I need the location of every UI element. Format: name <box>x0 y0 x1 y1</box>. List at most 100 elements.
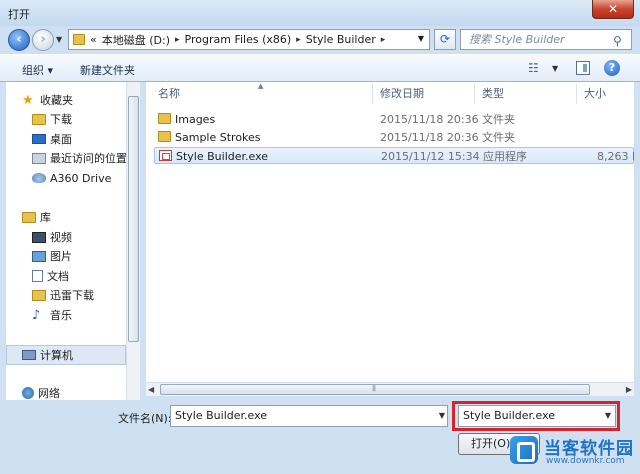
file-modified: 2015/11/12 15:34 <box>381 150 480 163</box>
file-modified: 2015/11/18 20:36 <box>380 131 479 144</box>
column-header-type[interactable]: 类型 <box>482 82 504 106</box>
new-folder-button[interactable]: 新建文件夹 <box>80 62 135 78</box>
pictures-icon <box>32 250 46 262</box>
view-dropdown-icon[interactable]: ▼ <box>552 64 558 73</box>
sidebar-item-music[interactable]: ♪ 音乐 <box>32 306 72 324</box>
chevron-right-icon[interactable]: ▸ <box>381 35 386 45</box>
table-row-selected[interactable]: Style Builder.exe 2015/11/12 15:34 应用程序 … <box>154 147 634 164</box>
scrollbar-thumb[interactable] <box>128 96 139 342</box>
sidebar-item-label: A360 Drive <box>50 171 112 185</box>
file-name: Style Builder.exe <box>176 150 269 163</box>
chevron-right-icon[interactable]: ▸ <box>175 35 180 45</box>
music-icon: ♪ <box>32 307 41 323</box>
sidebar-item-label: 库 <box>40 211 51 224</box>
navigation-scrollbar[interactable] <box>126 82 140 400</box>
folder-icon <box>158 131 171 142</box>
sidebar-item-label: 收藏夹 <box>40 94 73 107</box>
horizontal-scrollbar[interactable]: ◀ ||| ▶ <box>146 382 634 396</box>
chevron-right-icon[interactable]: ▸ <box>296 35 301 45</box>
sidebar-item-videos[interactable]: 视频 <box>32 228 72 246</box>
column-divider[interactable] <box>372 84 373 104</box>
file-type: 文件夹 <box>482 131 515 144</box>
title-bar: 打开 ✕ <box>0 0 640 26</box>
column-header-name[interactable]: 名称 <box>158 82 180 106</box>
sidebar-item-documents[interactable]: 文档 <box>32 267 69 285</box>
column-divider[interactable] <box>576 84 577 104</box>
breadcrumb-item-style-builder[interactable]: Style Builder <box>306 33 376 46</box>
recent-places-icon <box>32 152 46 164</box>
file-name: Sample Strokes <box>175 131 261 144</box>
refresh-icon[interactable]: ⟳ <box>434 29 456 50</box>
file-type: 文件夹 <box>482 113 515 126</box>
sidebar-item-label: 网络 <box>38 387 60 400</box>
scroll-left-icon[interactable]: ◀ <box>148 385 154 394</box>
a360-cloud-icon <box>32 173 46 183</box>
back-arrow-icon[interactable]: ‹ <box>8 29 30 51</box>
recent-pages-dropdown-icon[interactable]: ▼ <box>56 35 62 44</box>
filename-label: 文件名(N): <box>118 412 172 425</box>
folder-icon <box>73 34 85 45</box>
column-header-modified[interactable]: 修改日期 <box>380 82 424 106</box>
watermark-url: www.downkr.com <box>546 456 625 466</box>
view-options-icon[interactable]: ☷ <box>528 61 539 75</box>
breadcrumb-prefix[interactable]: « <box>90 33 97 46</box>
window-title: 打开 <box>8 8 30 21</box>
help-icon[interactable]: ? <box>604 60 620 76</box>
organize-button[interactable]: 组织 ▾ <box>22 62 53 78</box>
network-icon <box>22 387 34 399</box>
search-input[interactable]: 搜索 Style Builder ⚲ <box>460 29 632 50</box>
search-placeholder: 搜索 Style Builder <box>469 33 565 46</box>
command-toolbar: 组织 ▾ 新建文件夹 ☷ ▼ ? <box>0 54 640 82</box>
documents-icon <box>32 270 43 282</box>
sidebar-item-recent-places[interactable]: 最近访问的位置 <box>32 149 126 167</box>
sidebar-item-label: 视频 <box>50 231 72 244</box>
site-logo-icon <box>510 436 538 464</box>
search-icon[interactable]: ⚲ <box>613 32 627 48</box>
sidebar-item-label: 最近访问的位置 <box>50 152 126 165</box>
column-header-size[interactable]: 大小 <box>584 82 606 106</box>
exe-icon <box>159 150 172 161</box>
breadcrumb-item-program-files[interactable]: Program Files (x86) <box>185 33 292 46</box>
folder-icon <box>158 113 171 124</box>
sidebar-item-label: 桌面 <box>50 133 72 146</box>
breadcrumb[interactable]: « 本地磁盘 (D:) ▸ Program Files (x86) ▸ Styl… <box>68 29 430 50</box>
sidebar-item-label: 图片 <box>50 250 72 263</box>
sidebar-item-downloads[interactable]: 下载 <box>32 110 72 128</box>
sidebar-item-thunder-downloads[interactable]: 迅雷下载 <box>32 286 94 304</box>
address-bar: ‹ › ▼ « 本地磁盘 (D:) ▸ Program Files (x86) … <box>0 26 640 54</box>
sidebar-item-label: 文档 <box>47 270 69 283</box>
sidebar-item-network[interactable]: 网络 <box>22 384 60 400</box>
close-button[interactable]: ✕ <box>592 0 634 19</box>
filetype-select[interactable]: Style Builder.exe ▼ <box>458 405 616 427</box>
sidebar-item-libraries[interactable]: 库 <box>22 208 51 226</box>
preview-pane-icon[interactable] <box>576 61 590 75</box>
file-name: Images <box>175 113 216 126</box>
breadcrumb-item-drive[interactable]: 本地磁盘 (D:) <box>102 32 170 48</box>
file-size: 8,263 K <box>597 150 634 163</box>
table-row[interactable]: Images 2015/11/18 20:36 文件夹 <box>154 111 634 128</box>
desktop-icon <box>32 134 46 144</box>
chevron-down-icon[interactable]: ▼ <box>605 406 611 426</box>
thunder-download-folder-icon <box>32 289 46 301</box>
filename-field[interactable]: Style Builder.exe ▼ <box>170 405 448 427</box>
downloads-folder-icon <box>32 113 46 125</box>
sidebar-item-label: 音乐 <box>50 309 72 322</box>
navigation-pane: ★ 收藏夹 下载 桌面 最近访问的位置 A360 Drive 库 视频 图片 文… <box>6 82 126 400</box>
scroll-right-icon[interactable]: ▶ <box>626 385 632 394</box>
sidebar-item-label: 下载 <box>50 113 72 126</box>
sidebar-item-computer[interactable]: 计算机 <box>22 346 73 364</box>
address-dropdown-icon[interactable]: ▼ <box>412 29 430 50</box>
scrollbar-grip-icon: ||| <box>372 385 376 392</box>
filename-value: Style Builder.exe <box>175 409 268 422</box>
sidebar-item-a360-drive[interactable]: A360 Drive <box>32 169 111 187</box>
table-row[interactable]: Sample Strokes 2015/11/18 20:36 文件夹 <box>154 129 634 146</box>
sidebar-item-desktop[interactable]: 桌面 <box>32 130 72 148</box>
chevron-down-icon[interactable]: ▼ <box>439 406 445 426</box>
computer-icon <box>22 350 36 360</box>
sidebar-item-favorites[interactable]: ★ 收藏夹 <box>22 91 73 109</box>
column-divider[interactable] <box>474 84 475 104</box>
filetype-value: Style Builder.exe <box>463 409 556 422</box>
sidebar-item-pictures[interactable]: 图片 <box>32 247 72 265</box>
forward-arrow-icon[interactable]: › <box>32 29 54 51</box>
file-list: 名称 ▲ 修改日期 类型 大小 Images 2015/11/18 20:36 … <box>146 82 634 382</box>
